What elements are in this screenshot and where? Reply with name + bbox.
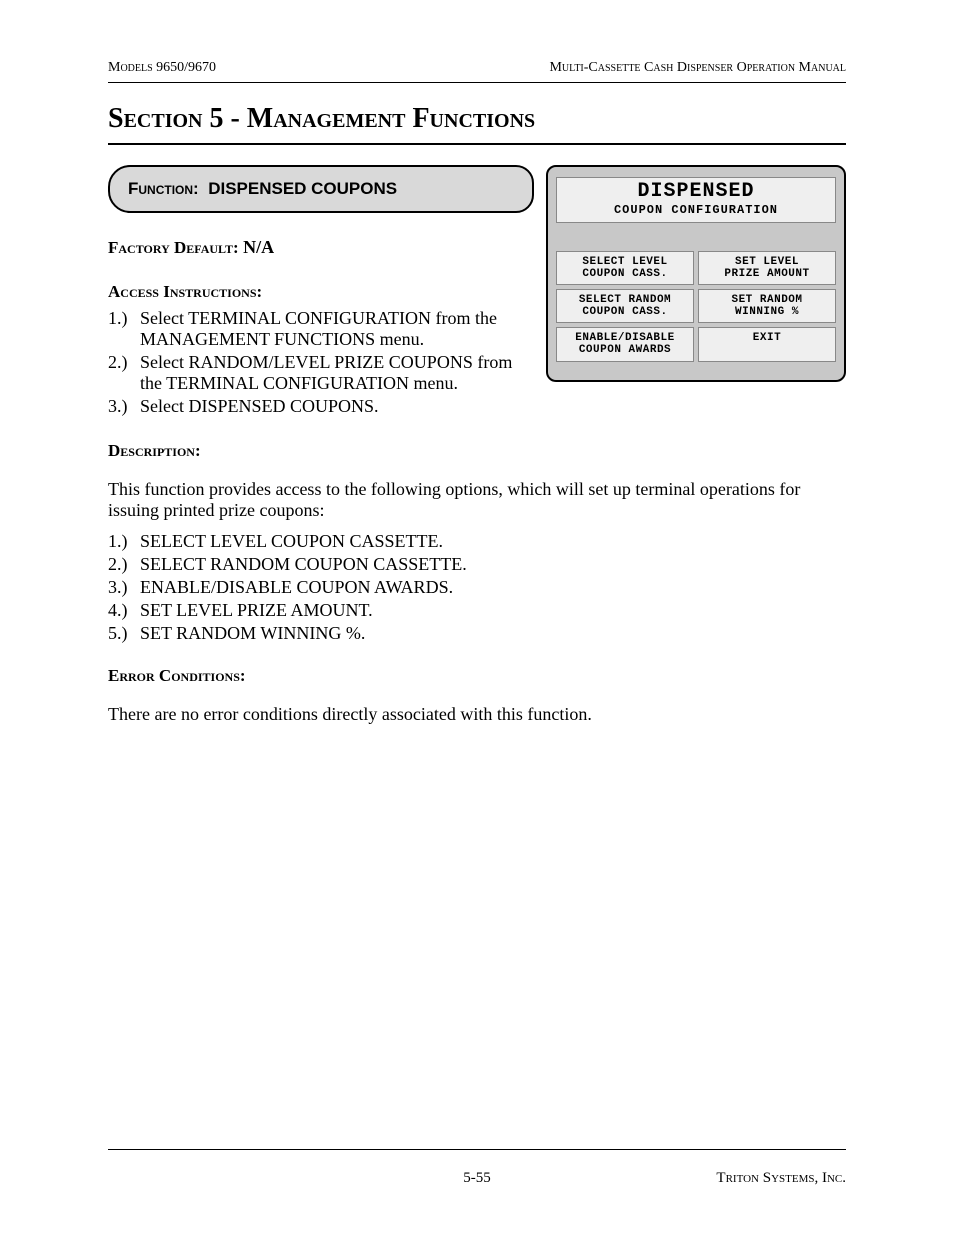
btn-select-level-coupon-cass[interactable]: SELECT LEVEL COUPON CASS. (556, 251, 694, 285)
header-right: Multi-Cassette Cash Dispenser Operation … (549, 60, 846, 76)
function-value: DISPENSED COUPONS (208, 179, 397, 198)
btn-set-level-prize-amount[interactable]: SET LEVEL PRIZE AMOUNT (698, 251, 836, 285)
desc-item-1: SELECT LEVEL COUPON CASSETTE. (136, 531, 846, 552)
screen-title: DISPENSED (557, 182, 835, 202)
footer-row: 5-55 Triton Systems, Inc. (108, 1170, 846, 1187)
access-step-1: Select TERMINAL CONFIGURATION from the M… (136, 308, 846, 350)
desc-item-3: ENABLE/DISABLE COUPON AWARDS. (136, 577, 846, 598)
desc-item-4: SET LEVEL PRIZE AMOUNT. (136, 600, 846, 621)
desc-item-2: SELECT RANDOM COUPON CASSETTE. (136, 554, 846, 575)
page: Models 9650/9670 Multi-Cassette Cash Dis… (0, 0, 954, 1235)
error-conditions-block: Error Conditions: There are no error con… (108, 666, 846, 725)
function-label: Function: (128, 179, 199, 198)
header-rule (108, 82, 846, 83)
description-label: Description: (108, 441, 846, 461)
screen-header: DISPENSED COUPON CONFIGURATION (556, 177, 836, 223)
footer-rule (108, 1149, 846, 1150)
factory-default-value: N/A (243, 237, 274, 257)
error-conditions-label: Error Conditions: (108, 666, 846, 686)
page-footer: 5-55 Triton Systems, Inc. (108, 1149, 846, 1187)
error-conditions-paragraph: There are no error conditions directly a… (108, 704, 846, 725)
page-number: 5-55 (108, 1170, 846, 1187)
desc-item-5: SET RANDOM WINNING %. (136, 623, 846, 644)
access-step-3: Select DISPENSED COUPONS. (136, 396, 846, 417)
access-instructions-list: Select TERMINAL CONFIGURATION from the M… (108, 308, 846, 417)
description-block: Description: This function provides acce… (108, 441, 846, 644)
page-header: Models 9650/9670 Multi-Cassette Cash Dis… (108, 60, 846, 80)
screen-subtitle: COUPON CONFIGURATION (557, 204, 835, 216)
factory-default-label: Factory Default: (108, 238, 239, 257)
function-label-box: Function: DISPENSED COUPONS (108, 165, 534, 213)
description-paragraph: This function provides access to the fol… (108, 479, 846, 521)
header-left: Models 9650/9670 (108, 60, 216, 76)
section-rule (108, 143, 846, 145)
description-list: SELECT LEVEL COUPON CASSETTE. SELECT RAN… (108, 531, 846, 644)
access-step-2: Select RANDOM/LEVEL PRIZE COUPONS from t… (136, 352, 846, 394)
section-title: Section 5 - Management Functions (108, 103, 846, 135)
